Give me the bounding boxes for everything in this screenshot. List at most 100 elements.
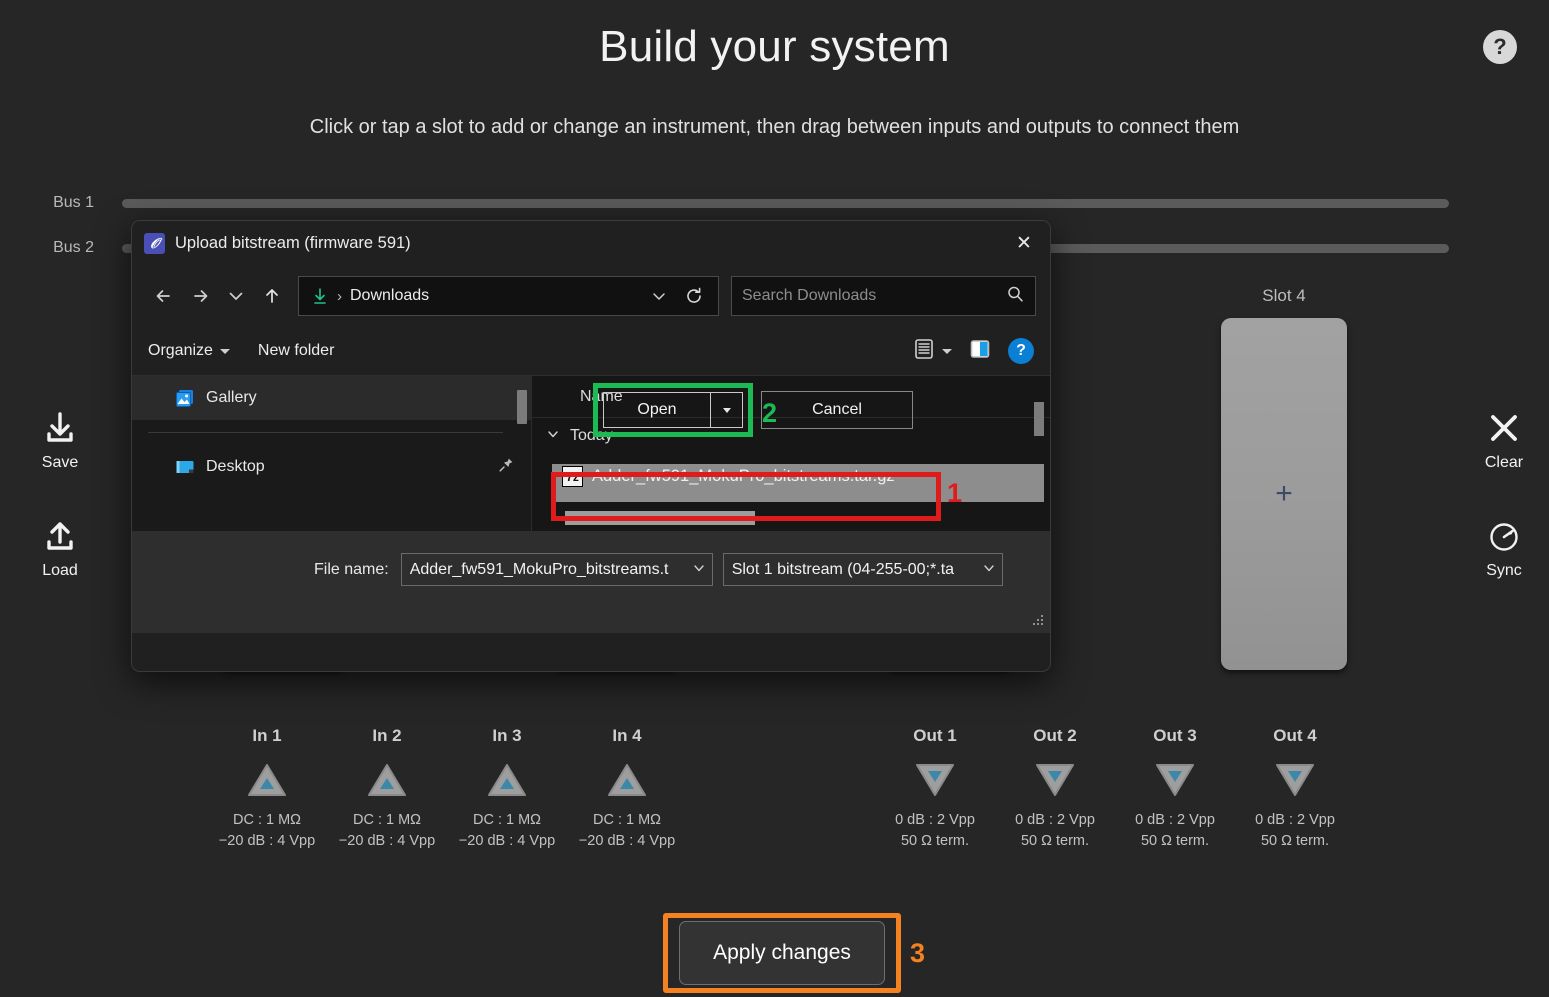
bus-2-label: Bus 2 [53, 239, 94, 256]
resize-grip[interactable] [1032, 615, 1044, 627]
input-3: In 3 DC : 1 MΩ −20 dB : 4 Vpp [444, 726, 570, 852]
clear-button[interactable]: Clear [1459, 406, 1549, 472]
filename-combobox[interactable] [400, 553, 713, 586]
downloads-folder-icon [307, 286, 333, 306]
dialog-help-icon[interactable]: ? [1008, 338, 1034, 364]
output-2-connector[interactable] [992, 756, 1118, 804]
output-4: Out 4 0 dB : 2 Vpp 50 Ω term. [1232, 726, 1358, 852]
bus-1-rail[interactable] [122, 199, 1449, 208]
breadcrumb-downloads[interactable]: Downloads [350, 287, 429, 305]
close-x-icon [1459, 406, 1549, 450]
output-1-connector[interactable] [872, 756, 998, 804]
apply-changes-highlight: Apply changes [663, 913, 901, 993]
output-2-gain: 0 dB : 2 Vpp [1015, 812, 1095, 828]
step-badge-1: 1 [947, 478, 963, 508]
address-bar[interactable]: › Downloads [298, 276, 719, 316]
output-2-label: Out 2 [1033, 726, 1077, 745]
7z-archive-icon: 7z [562, 466, 583, 487]
organize-menu[interactable]: Organize [148, 342, 230, 360]
refresh-icon[interactable] [678, 286, 710, 306]
sync-button[interactable]: Sync [1459, 514, 1549, 580]
input-triangle-up-icon [488, 764, 526, 796]
dialog-titlebar: 𝒪 Upload bitstream (firmware 591) ✕ [132, 221, 1050, 265]
clear-label: Clear [1484, 454, 1524, 471]
input-2: In 2 DC : 1 MΩ −20 dB : 4 Vpp [324, 726, 450, 852]
sidebar-item-gallery[interactable]: Gallery [132, 376, 531, 420]
dialog-footer: File name: Slot 1 bitstream (04-255-00;*… [132, 531, 1050, 633]
filetype-combobox[interactable]: Slot 1 bitstream (04-255-00;*.ta [722, 553, 1003, 586]
input-4-label: In 4 [612, 726, 642, 745]
filename-row: File name: Slot 1 bitstream (04-255-00;*… [132, 553, 1050, 586]
open-split-dropdown-icon[interactable] [710, 393, 742, 427]
file-name-cell: Adder_fw591_MokuPro_bitstreams.tar.gz [592, 467, 895, 485]
plus-icon: + [1275, 477, 1293, 510]
sidebar-divider [148, 432, 503, 433]
input-1-connector[interactable] [204, 756, 330, 804]
input-2-range: −20 dB : 4 Vpp [338, 833, 436, 850]
filename-input[interactable] [409, 560, 688, 579]
preview-pane-button[interactable] [968, 337, 992, 366]
slot-4-title: Slot 4 [1262, 286, 1306, 305]
input-2-coupling: DC : 1 MΩ [352, 812, 422, 828]
cancel-button[interactable]: Cancel [761, 391, 913, 429]
input-1-range: −20 dB : 4 Vpp [218, 833, 316, 850]
page-subtitle: Click or tap a slot to add or change an … [309, 116, 1240, 138]
input-3-connector[interactable] [444, 756, 570, 804]
input-1-coupling: DC : 1 MΩ [232, 812, 302, 828]
output-3-connector[interactable] [1112, 756, 1238, 804]
desktop-icon [174, 456, 196, 478]
sync-label: Sync [1486, 562, 1522, 579]
output-4-connector[interactable] [1232, 756, 1358, 804]
pin-icon[interactable] [497, 456, 515, 479]
file-list-vertical-scrollbar-thumb[interactable] [1034, 402, 1044, 436]
save-button[interactable]: Save [15, 406, 105, 472]
address-chevron-down-icon[interactable] [640, 287, 678, 305]
new-folder-button[interactable]: New folder [258, 342, 334, 360]
forward-icon[interactable] [182, 278, 218, 314]
recent-locations-chevron-down-icon[interactable] [218, 278, 254, 314]
load-button[interactable]: Load [15, 514, 105, 580]
open-button[interactable]: Open [604, 393, 710, 427]
sidebar-item-desktop[interactable]: Desktop [132, 445, 531, 489]
output-triangle-down-icon [1156, 764, 1194, 796]
close-icon[interactable]: ✕ [998, 221, 1050, 265]
search-box[interactable] [731, 276, 1036, 316]
input-2-connector[interactable] [324, 756, 450, 804]
table-row[interactable]: 7z Adder_fw591_MokuPro_bitstreams.tar.gz [562, 466, 895, 487]
apply-changes-button[interactable]: Apply changes [679, 921, 885, 985]
chevron-down-icon[interactable] [982, 561, 996, 578]
step-badge-3: 3 [910, 938, 926, 968]
input-1-label: In 1 [252, 726, 282, 745]
moku-app-icon: 𝒪 [144, 232, 165, 254]
input-2-label: In 2 [372, 726, 402, 745]
view-mode-button[interactable] [913, 337, 952, 366]
dialog-command-bar: Organize New folder ? [132, 327, 1050, 375]
help-icon[interactable]: ? [1483, 30, 1517, 64]
up-one-level-icon[interactable] [254, 278, 290, 314]
search-input[interactable] [742, 287, 1005, 305]
breadcrumb-separator: › [337, 287, 342, 305]
input-4-connector[interactable] [564, 756, 690, 804]
filename-label: File name: [314, 560, 389, 578]
gallery-icon [174, 387, 196, 409]
file-list-horizontal-scrollbar[interactable] [565, 511, 755, 525]
open-button-highlight: Open [593, 383, 753, 437]
preview-pane-icon [968, 337, 992, 366]
dialog-navigation-bar: › Downloads [132, 265, 1050, 327]
load-label: Load [42, 562, 78, 579]
back-icon[interactable] [146, 278, 182, 314]
input-4-coupling: DC : 1 MΩ [592, 812, 662, 828]
page-title: Build your system [599, 22, 950, 71]
bus-1-label: Bus 1 [53, 194, 94, 211]
open-button-group: Open [603, 392, 743, 428]
output-1-label: Out 1 [913, 726, 957, 745]
search-icon[interactable] [1005, 284, 1025, 309]
chevron-down-icon[interactable] [692, 561, 706, 578]
output-4-label: Out 4 [1273, 726, 1317, 745]
stopwatch-icon [1459, 514, 1549, 558]
sidebar-desktop-label: Desktop [206, 458, 265, 475]
sidebar-scrollbar-thumb[interactable] [517, 390, 527, 424]
chevron-down-icon [942, 348, 952, 354]
slot-4-card[interactable]: + [1221, 318, 1347, 670]
upload-bitstream-dialog: 𝒪 Upload bitstream (firmware 591) ✕ › Do… [131, 220, 1051, 672]
